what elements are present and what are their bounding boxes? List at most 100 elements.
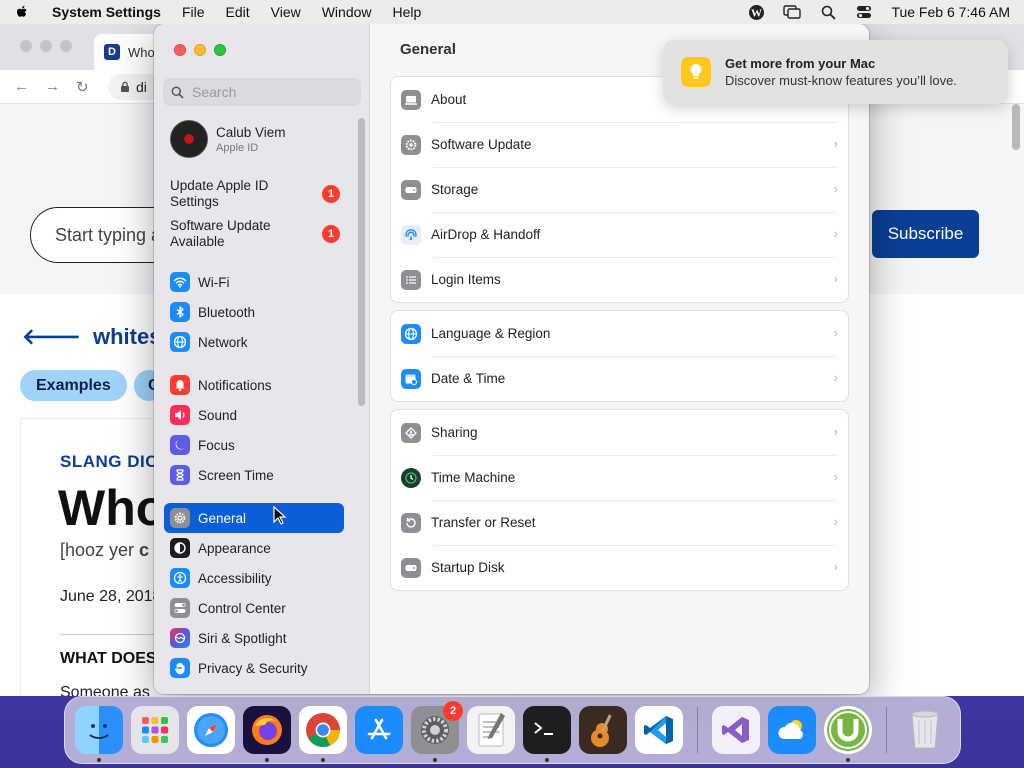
laptop-icon — [401, 89, 421, 110]
search-placeholder: Search — [192, 84, 237, 100]
running-indicator — [433, 758, 437, 762]
apple-menu-icon[interactable] — [14, 4, 30, 20]
sidebar-item-siri-spotlight[interactable]: Siri & Spotlight — [164, 623, 344, 653]
notice-badge: 1 — [322, 225, 340, 243]
dock-badge: 2 — [443, 701, 463, 721]
row-label: Software Update — [431, 137, 532, 152]
screen-mirroring-icon[interactable] — [783, 4, 802, 20]
chrome-icon[interactable] — [299, 706, 347, 762]
sidebar-item-privacy-security[interactable]: Privacy & Security — [164, 653, 344, 683]
close-button[interactable] — [174, 44, 186, 56]
row-time-machine[interactable]: Time Machine › — [391, 455, 848, 500]
system-settings-icon[interactable]: 2 — [411, 701, 463, 762]
gear-badge-icon — [401, 134, 421, 155]
row-startup-disk[interactable]: Startup Disk › — [391, 545, 848, 590]
row-language-region[interactable]: Language & Region › — [391, 311, 848, 356]
settings-sidebar: Search Calub Viem Apple ID Update Apple … — [154, 24, 370, 694]
browser-scrollbar[interactable] — [1012, 104, 1020, 150]
row-date-time[interactable]: Date & Time › — [391, 356, 848, 401]
sidebar-item-focus[interactable]: Focus — [164, 430, 344, 460]
browser-window-controls — [20, 40, 72, 52]
disk-icon — [401, 179, 421, 200]
sidebar-item-appearance[interactable]: Appearance — [164, 533, 344, 563]
control-center-icon[interactable] — [855, 4, 873, 20]
firefox-icon[interactable] — [243, 706, 291, 762]
vscode-icon[interactable] — [635, 706, 683, 754]
pronunciation-text: [hooz yer — [60, 540, 140, 560]
row-label: Language & Region — [431, 326, 551, 341]
row-login-items[interactable]: Login Items › — [391, 257, 848, 302]
sidebar-item-notifications[interactable]: Notifications — [164, 370, 344, 400]
row-label: Sharing — [431, 425, 478, 440]
running-indicator — [545, 758, 549, 762]
weather-icon[interactable] — [768, 706, 816, 754]
sidebar-item-network[interactable]: Network — [164, 327, 344, 357]
dictionary-favicon-icon: D — [104, 44, 120, 60]
menu-edit[interactable]: Edit — [226, 4, 250, 20]
sidebar-scrollbar[interactable] — [358, 118, 365, 406]
general-group-sharing: Sharing › Time Machine › Transfer or Res… — [390, 409, 849, 591]
row-sharing[interactable]: Sharing › — [391, 410, 848, 455]
menu-view[interactable]: View — [271, 4, 301, 20]
browser-minimize-button[interactable] — [40, 40, 52, 52]
safari-icon[interactable] — [187, 706, 235, 754]
wifi-icon — [170, 272, 190, 292]
notification-title: Get more from your Mac — [725, 56, 876, 71]
utorrent-icon[interactable] — [824, 706, 872, 762]
sidebar-item-control-center[interactable]: Control Center — [164, 593, 344, 623]
sidebar-item-label: Accessibility — [198, 570, 272, 586]
running-indicator — [321, 758, 325, 762]
moon-icon — [170, 435, 190, 455]
apple-id-account[interactable]: Calub Viem Apple ID — [170, 120, 286, 158]
zoom-button[interactable] — [214, 44, 226, 56]
examples-pill[interactable]: Examples — [20, 370, 127, 401]
finder-icon[interactable] — [75, 706, 123, 762]
tips-notification[interactable]: Get more from your Mac Discover must-kno… — [663, 40, 1008, 104]
running-indicator — [846, 758, 850, 762]
sidebar-item-label: Siri & Spotlight — [198, 630, 287, 646]
sidebar-search-field[interactable]: Search — [163, 78, 361, 106]
terminal-icon[interactable] — [523, 706, 571, 762]
minimize-button[interactable] — [194, 44, 206, 56]
row-label: Startup Disk — [431, 560, 505, 575]
sidebar-item-wifi[interactable]: Wi-Fi — [164, 267, 344, 297]
menu-app-name[interactable]: System Settings — [52, 4, 161, 20]
sidebar-item-general[interactable]: General — [164, 503, 344, 533]
trash-icon[interactable] — [901, 706, 949, 754]
spotlight-search-icon[interactable] — [819, 4, 837, 20]
slang-category[interactable]: SLANG DIC — [60, 452, 158, 472]
row-transfer-reset[interactable]: Transfer or Reset › — [391, 500, 848, 545]
menu-clock[interactable]: Tue Feb 6 7:46 AM — [891, 4, 1010, 20]
notice-badge: 1 — [322, 185, 340, 203]
row-label: Date & Time — [431, 371, 506, 386]
sidebar-item-accessibility[interactable]: Accessibility — [164, 563, 344, 593]
browser-close-button[interactable] — [20, 40, 32, 52]
row-storage[interactable]: Storage › — [391, 167, 848, 212]
garageband-icon[interactable] — [579, 706, 627, 754]
textedit-icon[interactable] — [467, 706, 515, 754]
running-indicator — [265, 758, 269, 762]
software-update-notice[interactable]: Software Update Available 1 — [170, 218, 340, 250]
menu-window[interactable]: Window — [322, 4, 372, 20]
chevron-right-icon: › — [833, 370, 838, 385]
reload-icon[interactable]: ↻ — [76, 78, 89, 96]
calendar-clock-icon — [401, 368, 421, 389]
subscribe-button[interactable]: Subscribe — [872, 210, 979, 258]
app-store-icon[interactable] — [355, 706, 403, 754]
back-arrow-icon[interactable]: ← — [14, 78, 29, 95]
wordpress-icon[interactable]: W — [747, 4, 765, 20]
menu-file[interactable]: File — [182, 4, 205, 20]
update-apple-id-notice[interactable]: Update Apple ID Settings 1 — [170, 178, 340, 210]
menu-help[interactable]: Help — [393, 4, 422, 20]
sidebar-item-sound[interactable]: Sound — [164, 400, 344, 430]
row-label: Login Items — [431, 272, 501, 287]
browser-zoom-button[interactable] — [60, 40, 72, 52]
sidebar-item-bluetooth[interactable]: Bluetooth — [164, 297, 344, 327]
forward-arrow-icon[interactable]: → — [45, 78, 60, 95]
chevron-right-icon: › — [833, 181, 838, 196]
launchpad-icon[interactable] — [131, 706, 179, 754]
row-airdrop-handoff[interactable]: AirDrop & Handoff › — [391, 212, 848, 257]
row-software-update[interactable]: Software Update › — [391, 122, 848, 167]
visual-studio-icon[interactable] — [712, 706, 760, 754]
sidebar-item-screen-time[interactable]: Screen Time — [164, 460, 344, 490]
